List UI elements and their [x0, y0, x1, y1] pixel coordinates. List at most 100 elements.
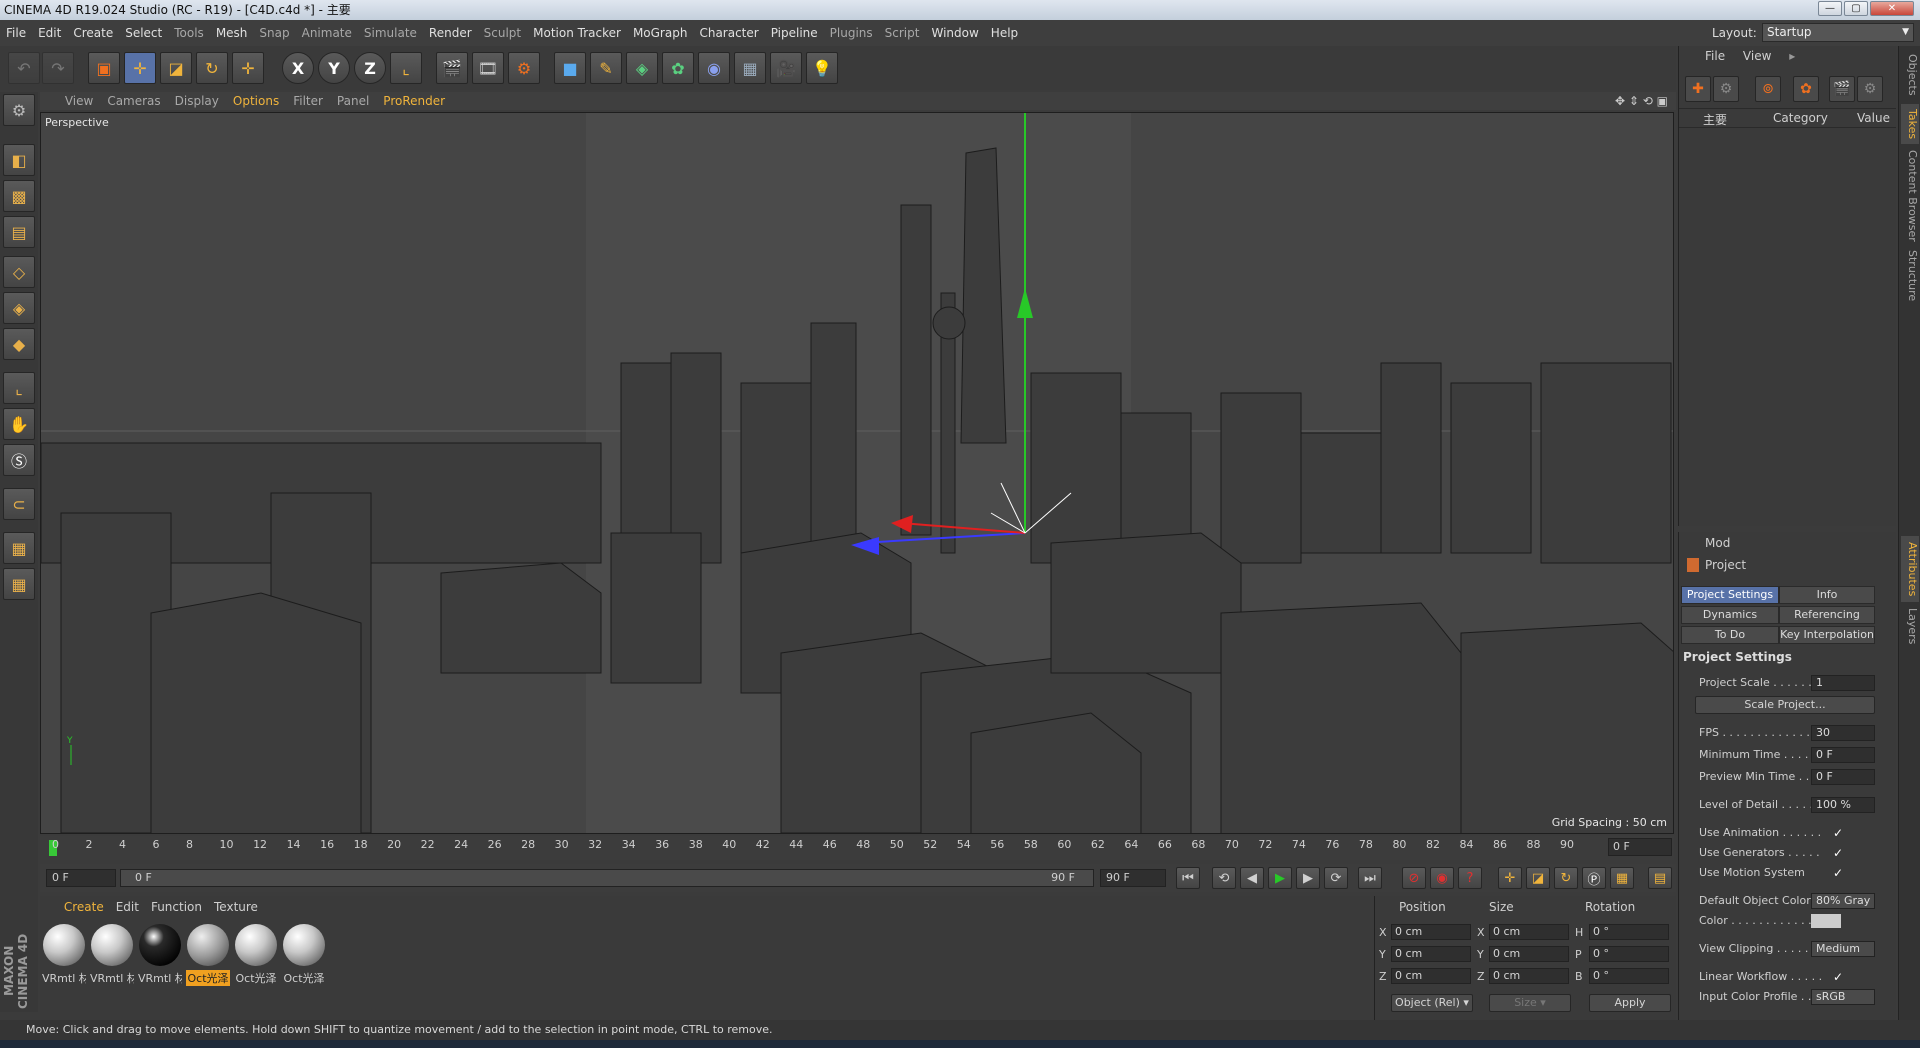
default-object-color-dropdown[interactable]: 80% Gray: [1811, 893, 1875, 909]
project-scale-field[interactable]: 1: [1811, 675, 1875, 691]
menu-render[interactable]: Render: [423, 20, 478, 46]
render-view-icon[interactable]: 🎬: [436, 52, 468, 84]
frame-range-slider[interactable]: 0 F 90 F: [120, 869, 1094, 887]
record-rotation-icon[interactable]: ↻: [1554, 867, 1578, 889]
previous-key-icon[interactable]: ⟲: [1212, 867, 1236, 889]
y-axis-icon[interactable]: Y: [318, 52, 350, 84]
perspective-viewport[interactable]: Y Perspective Grid Spacing : 50 cm: [40, 112, 1674, 834]
menu-mesh[interactable]: Mesh: [210, 20, 254, 46]
size-x-field[interactable]: 0 cm: [1489, 924, 1569, 940]
position-y-field[interactable]: 0 cm: [1391, 946, 1471, 962]
planar-workplane-icon[interactable]: ▦: [3, 568, 35, 600]
object-menu-file[interactable]: File: [1705, 49, 1725, 63]
keyframe-selection-icon[interactable]: ?: [1458, 867, 1482, 889]
model-mode-icon[interactable]: ◧: [3, 144, 35, 176]
use-motion-system-checkbox[interactable]: ✓: [1833, 864, 1843, 882]
sidetab-structure[interactable]: Structure: [1901, 248, 1919, 304]
sidetab-attributes[interactable]: Attributes: [1901, 536, 1919, 602]
sidetab-content-browser[interactable]: Content Browser: [1901, 148, 1919, 244]
material-menu-edit[interactable]: Edit: [110, 896, 145, 918]
material-swatch[interactable]: VRmtl 材: [90, 924, 134, 986]
sidetab-takes[interactable]: Takes: [1901, 104, 1919, 144]
timeline-window-icon[interactable]: ▤: [1648, 867, 1672, 889]
record-pla-icon[interactable]: ▦: [1610, 867, 1634, 889]
menu-help[interactable]: Help: [985, 20, 1024, 46]
axis-mode-icon[interactable]: ⌞: [3, 372, 35, 404]
menu-mograph[interactable]: MoGraph: [627, 20, 694, 46]
viewport-menu-view[interactable]: View: [58, 92, 100, 110]
menu-tools[interactable]: Tools: [168, 20, 210, 46]
material-swatch[interactable]: Oct光泽: [282, 924, 326, 986]
settings-icon[interactable]: ⚙: [1857, 76, 1883, 102]
tab-referencing[interactable]: Referencing: [1779, 606, 1875, 624]
material-swatch-selected[interactable]: Oct光泽: [186, 924, 230, 986]
coordinate-mode-dropdown[interactable]: Object (Rel) ▾: [1391, 994, 1473, 1012]
next-frame-icon[interactable]: ▶: [1296, 867, 1320, 889]
cube-icon[interactable]: ■: [554, 52, 586, 84]
render-object-icon[interactable]: ⊚: [1755, 76, 1781, 102]
close-button[interactable]: ✕: [1870, 1, 1914, 16]
minimum-time-field[interactable]: 0 F: [1811, 747, 1875, 763]
maximize-button[interactable]: ▢: [1844, 1, 1868, 16]
autokeying-icon[interactable]: ◉: [1430, 867, 1454, 889]
menu-file[interactable]: File: [0, 20, 32, 46]
material-menu-texture[interactable]: Texture: [208, 896, 264, 918]
go-to-end-icon[interactable]: ⏭: [1358, 867, 1382, 889]
live-selection-icon[interactable]: ▣: [88, 52, 120, 84]
size-mode-dropdown[interactable]: Size ▾: [1489, 994, 1571, 1012]
attribute-mode[interactable]: Mod: [1705, 536, 1730, 550]
clapper-icon[interactable]: 🎬: [1829, 76, 1855, 102]
polygons-mode-icon[interactable]: ◆: [3, 328, 35, 360]
menu-snap[interactable]: Snap: [253, 20, 295, 46]
menu-window[interactable]: Window: [925, 20, 984, 46]
size-y-field[interactable]: 0 cm: [1489, 946, 1569, 962]
viewport-nav-icons[interactable]: ✥ ⇕ ⟲ ▣: [1615, 92, 1668, 110]
cloner-icon[interactable]: ✿: [662, 52, 694, 84]
previous-frame-icon[interactable]: ◀: [1240, 867, 1264, 889]
tab-info[interactable]: Info: [1779, 586, 1875, 604]
menu-select[interactable]: Select: [119, 20, 168, 46]
menu-character[interactable]: Character: [693, 20, 764, 46]
position-z-field[interactable]: 0 cm: [1391, 968, 1471, 984]
minimize-button[interactable]: —: [1818, 1, 1842, 16]
z-axis-icon[interactable]: Z: [354, 52, 386, 84]
record-active-objects-icon[interactable]: ⊘: [1402, 867, 1426, 889]
redo-icon[interactable]: ↷: [42, 52, 74, 84]
color-swatch[interactable]: [1811, 914, 1841, 928]
x-axis-icon[interactable]: X: [282, 52, 314, 84]
camera-icon[interactable]: 🎥: [770, 52, 802, 84]
use-animation-checkbox[interactable]: ✓: [1833, 824, 1843, 842]
texture-mode-icon[interactable]: ▩: [3, 180, 35, 212]
apply-button[interactable]: Apply: [1589, 994, 1671, 1012]
sidetab-layers[interactable]: Layers: [1901, 606, 1919, 646]
position-x-field[interactable]: 0 cm: [1391, 924, 1471, 940]
menu-create[interactable]: Create: [67, 20, 119, 46]
start-frame-field[interactable]: 0 F: [46, 869, 116, 887]
use-generators-checkbox[interactable]: ✓: [1833, 844, 1843, 862]
object-menu-view[interactable]: View: [1743, 49, 1771, 63]
edges-mode-icon[interactable]: ◈: [3, 292, 35, 324]
points-mode-icon[interactable]: ◇: [3, 256, 35, 288]
workplane-icon[interactable]: ▤: [3, 216, 35, 248]
move-icon[interactable]: ✛: [124, 52, 156, 84]
menu-simulate[interactable]: Simulate: [358, 20, 423, 46]
rotation-h-field[interactable]: 0 °: [1589, 924, 1669, 940]
end-frame-field[interactable]: 90 F: [1100, 869, 1166, 887]
viewport-menu-panel[interactable]: Panel: [330, 92, 376, 110]
make-editable-icon[interactable]: ⚙: [3, 94, 35, 126]
tag-icon[interactable]: ⚙: [1713, 76, 1739, 102]
pen-icon[interactable]: ✎: [590, 52, 622, 84]
record-position-icon[interactable]: ✛: [1498, 867, 1522, 889]
deformer-icon[interactable]: ◉: [698, 52, 730, 84]
viewport-menu-cameras[interactable]: Cameras: [100, 92, 167, 110]
edit-render-settings-icon[interactable]: ⚙: [508, 52, 540, 84]
tweak-mode-icon[interactable]: ✋: [3, 408, 35, 440]
object-menu-more-icon[interactable]: ▸: [1789, 49, 1795, 63]
rotation-p-field[interactable]: 0 °: [1589, 946, 1669, 962]
play-icon[interactable]: ▶: [1268, 867, 1292, 889]
viewport-menu-filter[interactable]: Filter: [286, 92, 330, 110]
current-frame-field[interactable]: 0 F: [1608, 838, 1672, 856]
input-color-profile-dropdown[interactable]: sRGB: [1811, 989, 1875, 1005]
menu-plugins[interactable]: Plugins: [824, 20, 879, 46]
record-scale-icon[interactable]: ◪: [1526, 867, 1550, 889]
